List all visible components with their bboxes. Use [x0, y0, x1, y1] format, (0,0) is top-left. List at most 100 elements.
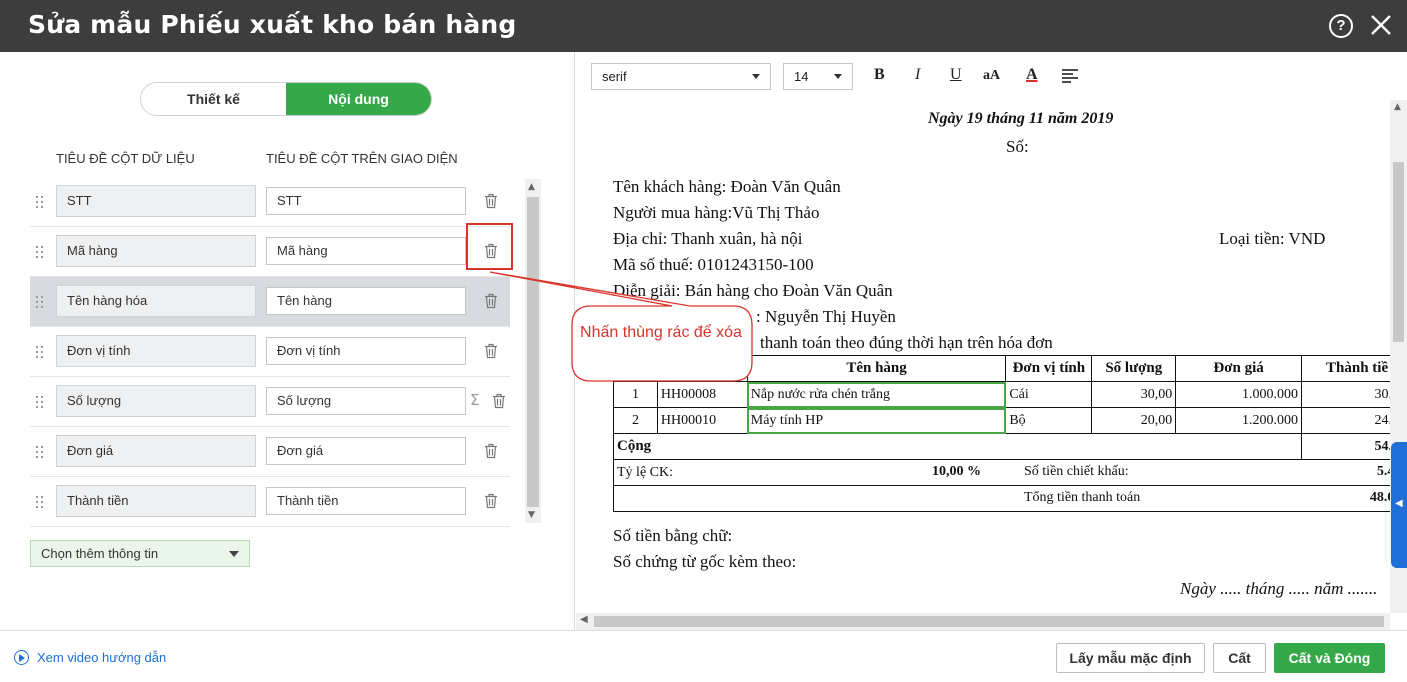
- play-icon: [14, 650, 29, 665]
- sum-icon[interactable]: Σ: [470, 391, 479, 409]
- customer-name: Tên khách hàng: Đoàn Văn Quân: [613, 177, 841, 196]
- data-column-field: Đơn giá: [56, 435, 256, 467]
- display-column-input[interactable]: Số lượng: [266, 387, 466, 415]
- data-column-field: Đơn vị tính: [56, 335, 256, 367]
- close-icon[interactable]: [1369, 13, 1393, 37]
- column-row: Đơn giá Đơn giá: [30, 427, 510, 477]
- drag-handle-icon[interactable]: [35, 345, 47, 359]
- drag-handle-icon[interactable]: [35, 495, 47, 509]
- text-case-button[interactable]: aA: [983, 68, 1000, 84]
- data-column-field: Mã hàng: [56, 235, 256, 267]
- save-and-close-button[interactable]: Cất và Đóng: [1274, 643, 1385, 673]
- header-cell: Số lượng: [1091, 355, 1177, 382]
- display-column-input[interactable]: Tên hàng: [266, 287, 466, 315]
- italic-button[interactable]: I: [915, 66, 920, 84]
- side-panel-toggle[interactable]: ◀: [1391, 442, 1407, 568]
- tab-design[interactable]: Thiết kế: [141, 83, 286, 115]
- discount-amount: 5.4(: [1376, 464, 1390, 479]
- buyer-name: Người mua hàng:Vũ Thị Thảo: [613, 203, 820, 222]
- display-column-input[interactable]: Đơn vị tính: [266, 337, 466, 365]
- display-column-input[interactable]: Thành tiền: [266, 487, 466, 515]
- callout-text: Nhấn thùng rác để xóa: [580, 324, 742, 341]
- data-column-field: STT: [56, 185, 256, 217]
- cell-stt: 1: [613, 381, 658, 408]
- cell-unit: Bộ: [1005, 407, 1093, 434]
- cell-stt: 2: [613, 407, 658, 434]
- column-row-selected: Tên hàng hóa Tên hàng: [30, 277, 510, 327]
- tab-content[interactable]: Nội dung: [286, 83, 431, 115]
- data-column-field: Tên hàng hóa: [56, 285, 256, 317]
- view-toggle: Thiết kế Nội dung: [140, 82, 432, 116]
- scrollbar-thumb[interactable]: [594, 616, 1384, 627]
- cell-unit: Cái: [1005, 381, 1093, 408]
- chevron-down-icon: [229, 551, 239, 557]
- add-more-info-dropdown[interactable]: Chọn thêm thông tin: [30, 540, 250, 567]
- display-column-input[interactable]: Đơn giá: [266, 437, 466, 465]
- drag-handle-icon[interactable]: [35, 395, 47, 409]
- document-horizontal-scrollbar[interactable]: ◀: [576, 613, 1390, 630]
- drag-handle-icon[interactable]: [35, 445, 47, 459]
- document-date: Ngày 19 tháng 11 năm 2019: [928, 110, 1114, 127]
- tax-code: Mã số thuế: 0101243150-100: [613, 255, 814, 274]
- payment-terms: thanh toán theo đúng thời hạn trên hóa đ…: [760, 333, 1053, 352]
- header-cell: [656, 355, 748, 382]
- trash-icon[interactable]: [484, 193, 498, 209]
- scroll-left-icon[interactable]: ◀: [580, 614, 588, 625]
- cell-code: HH00010: [656, 407, 748, 434]
- video-guide-link[interactable]: Xem video hướng dẫn: [14, 650, 166, 665]
- cell-total: 30.0: [1301, 381, 1390, 408]
- header-cell: Tên hàng: [746, 355, 1007, 382]
- trash-icon[interactable]: [492, 393, 506, 409]
- trash-icon[interactable]: [484, 343, 498, 359]
- scroll-up-icon[interactable]: ▲: [1394, 102, 1401, 112]
- highlight-box: [466, 223, 513, 270]
- font-color-button[interactable]: A: [1026, 66, 1038, 84]
- header-cell: [613, 355, 658, 382]
- drag-handle-icon[interactable]: [35, 195, 47, 209]
- align-left-icon[interactable]: [1062, 69, 1078, 83]
- description: Diễn giải: Bán hàng cho Đoàn Văn Quân: [613, 281, 893, 300]
- display-column-input[interactable]: STT: [266, 187, 466, 215]
- items-table: Tên hàng Đơn vị tính Số lượng Đơn giá Th…: [613, 355, 1390, 512]
- cell-code: HH00008: [656, 381, 748, 408]
- rows-scrollbar[interactable]: ▲ ▼: [525, 179, 541, 523]
- scroll-up-icon[interactable]: ▲: [528, 182, 535, 192]
- scrollbar-thumb[interactable]: [527, 197, 539, 507]
- drag-handle-icon[interactable]: [35, 245, 47, 259]
- attachments: Số chứng từ gốc kèm theo:: [613, 552, 797, 571]
- column-row: Đơn vị tính Đơn vị tính: [30, 327, 510, 377]
- font-size-select[interactable]: 14: [783, 63, 853, 90]
- trash-icon[interactable]: [484, 293, 498, 309]
- column-header-data: TIÊU ĐỀ CỘT DỮ LIỆU: [56, 151, 195, 166]
- save-button[interactable]: Cất: [1213, 643, 1266, 673]
- grand-total-label: Tổng tiền thanh toán: [1024, 490, 1141, 505]
- grand-total: 48.6(: [1369, 490, 1390, 505]
- default-template-button[interactable]: Lấy mẫu mặc định: [1056, 643, 1205, 673]
- trash-icon[interactable]: [484, 443, 498, 459]
- cell-name: Máy tính HP: [746, 407, 1007, 434]
- underline-button[interactable]: U: [950, 66, 962, 84]
- help-icon[interactable]: ?: [1329, 14, 1353, 38]
- grand-total-row: Tổng tiền thanh toán 48.6(: [613, 485, 1390, 512]
- drag-handle-icon[interactable]: [35, 295, 47, 309]
- discount-rate: 10,00 %: [932, 464, 981, 479]
- customer-address: Địa chỉ: Thanh xuân, hà nội: [613, 229, 803, 248]
- add-more-label: Chọn thêm thông tin: [41, 546, 159, 561]
- column-row: Số lượng Số lượng Σ: [30, 377, 510, 427]
- chevron-down-icon: [752, 74, 760, 79]
- sum-label: Cộng: [613, 433, 1302, 460]
- bold-button[interactable]: B: [874, 66, 885, 84]
- font-family-select[interactable]: serif: [591, 63, 771, 90]
- window-title: Sửa mẫu Phiếu xuất kho bán hàng: [28, 10, 517, 39]
- chevron-left-icon: ◀: [1395, 498, 1403, 509]
- scrollbar-thumb[interactable]: [1393, 162, 1404, 342]
- table-row: 1 HH00008 Nắp nước rửa chén trắng Cái 30…: [613, 381, 1390, 408]
- scroll-down-icon[interactable]: ▼: [528, 510, 535, 520]
- header-cell: Thành tiề: [1301, 355, 1390, 382]
- display-column-input[interactable]: Mã hàng: [266, 237, 466, 265]
- column-config-panel: Thiết kế Nội dung TIÊU ĐỀ CỘT DỮ LIỆU TI…: [0, 52, 575, 630]
- format-toolbar: serif 14 B I U aA A: [576, 52, 1407, 100]
- currency: Loại tiền: VND: [1219, 229, 1326, 248]
- trash-icon[interactable]: [484, 493, 498, 509]
- title-bar: Sửa mẫu Phiếu xuất kho bán hàng ?: [0, 0, 1407, 52]
